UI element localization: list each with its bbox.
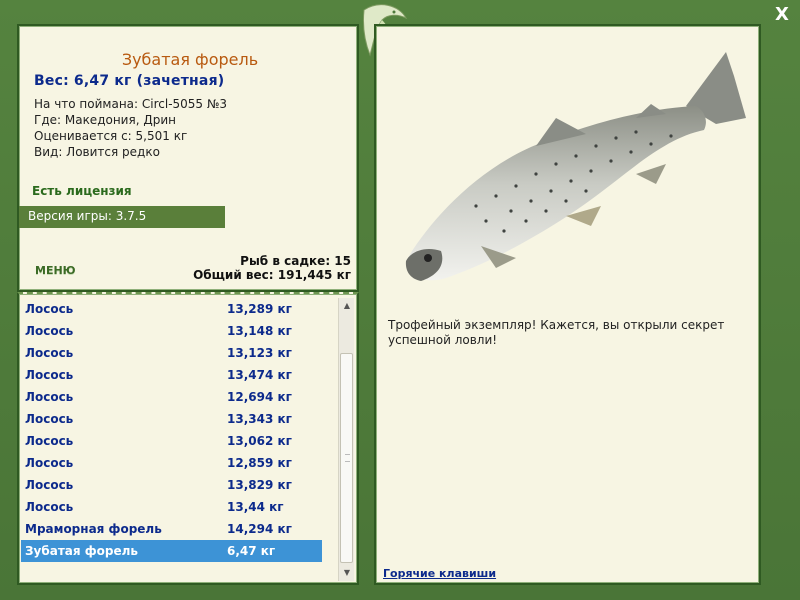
list-item-weight: 13,123 кг	[227, 346, 292, 360]
scroll-down-icon[interactable]: ▼	[339, 565, 355, 581]
list-item[interactable]: Мраморная форель 14,294 кг	[21, 518, 341, 540]
close-button[interactable]: X	[772, 5, 792, 25]
list-item-name: Лосось	[25, 456, 74, 470]
hotkeys-link[interactable]: Горячие клавиши	[383, 567, 496, 580]
fish-image	[405, 52, 746, 281]
list-item[interactable]: Лосось 13,44 кг	[21, 496, 341, 518]
list-item-name: Лосось	[25, 390, 74, 404]
keepnet-total-weight: Общий вес: 191,445 кг	[193, 268, 351, 282]
list-item-weight: 14,294 кг	[227, 522, 292, 536]
list-item-weight: 13,474 кг	[227, 368, 292, 382]
list-item-name: Лосось	[25, 412, 74, 426]
list-item[interactable]: Лосось 13,343 кг	[21, 408, 341, 430]
list-item-name: Лосось	[25, 324, 74, 338]
list-item[interactable]: Лосось 12,694 кг	[21, 386, 341, 408]
list-item-name: Лосось	[25, 368, 74, 382]
list-item-weight: 13,148 кг	[227, 324, 292, 338]
catch-list: Лосось 13,289 кг Лосось 13,148 кг Лосось 13,1…	[21, 298, 341, 562]
license-status: Есть лицензия	[32, 184, 132, 198]
list-item[interactable]: Лосось 13,123 кг	[21, 342, 341, 364]
list-item-name: Зубатая форель	[25, 544, 139, 558]
list-item-name: Лосось	[25, 478, 74, 492]
fish-weight: Вес: 6,47 кг (зачетная)	[34, 73, 225, 89]
fish-preview-panel: Трофейный экземпляр! Кажется, вы открыли…	[374, 24, 761, 585]
list-item-weight: 13,44 кг	[227, 500, 284, 514]
list-item-weight: 13,062 кг	[227, 434, 292, 448]
version-bar: Версия игры: 3.7.5	[19, 206, 225, 228]
list-item[interactable]: Лосось 13,829 кг	[21, 474, 341, 496]
list-item-name: Лосось	[25, 302, 74, 316]
catch-list-scrollbar[interactable]: ▲ ▼	[338, 298, 354, 581]
list-item-weight: 6,47 кг	[227, 544, 276, 558]
list-item-name: Мраморная форель	[25, 522, 162, 536]
list-item-name: Лосось	[25, 434, 74, 448]
list-item-name: Лосось	[25, 500, 74, 514]
catch-location: Где: Македония, Дрин	[34, 113, 176, 127]
list-item[interactable]: Лосось 13,474 кг	[21, 364, 341, 386]
menu-button[interactable]: МЕНЮ	[35, 264, 76, 277]
list-item[interactable]: Лосось 13,148 кг	[21, 320, 341, 342]
list-item-weight: 12,859 кг	[227, 456, 292, 470]
scroll-up-icon[interactable]: ▲	[339, 298, 355, 314]
caught-with: На что поймана: Circl-5055 №3	[34, 97, 227, 111]
list-item[interactable]: Зубатая форель 6,47 кг	[21, 540, 322, 562]
fish-details-panel: Зубатая форель Вес: 6,47 кг (зачетная) Н…	[17, 24, 359, 292]
list-item-name: Лосось	[25, 346, 74, 360]
list-item-weight: 12,694 кг	[227, 390, 292, 404]
catch-list-panel: Лосось 13,289 кг Лосось 13,148 кг Лосось 13,1…	[17, 292, 359, 585]
list-item-weight: 13,289 кг	[227, 302, 292, 316]
grip-icon	[345, 454, 350, 462]
fish-rarity: Вид: Ловится редко	[34, 145, 160, 159]
valued-from: Оценивается с: 5,501 кг	[34, 129, 188, 143]
keepnet-count: Рыб в садке: 15	[240, 254, 351, 268]
trophy-message: Трофейный экземпляр! Кажется, вы открыли…	[388, 318, 725, 347]
list-item[interactable]: Лосось 13,289 кг	[21, 298, 341, 320]
list-item-weight: 13,829 кг	[227, 478, 292, 492]
list-item[interactable]: Лосось 13,062 кг	[21, 430, 341, 452]
fish-title: Зубатая форель	[121, 50, 259, 69]
list-item[interactable]: Лосось 12,859 кг	[21, 452, 341, 474]
scroll-thumb[interactable]	[340, 353, 353, 563]
list-item-weight: 13,343 кг	[227, 412, 292, 426]
